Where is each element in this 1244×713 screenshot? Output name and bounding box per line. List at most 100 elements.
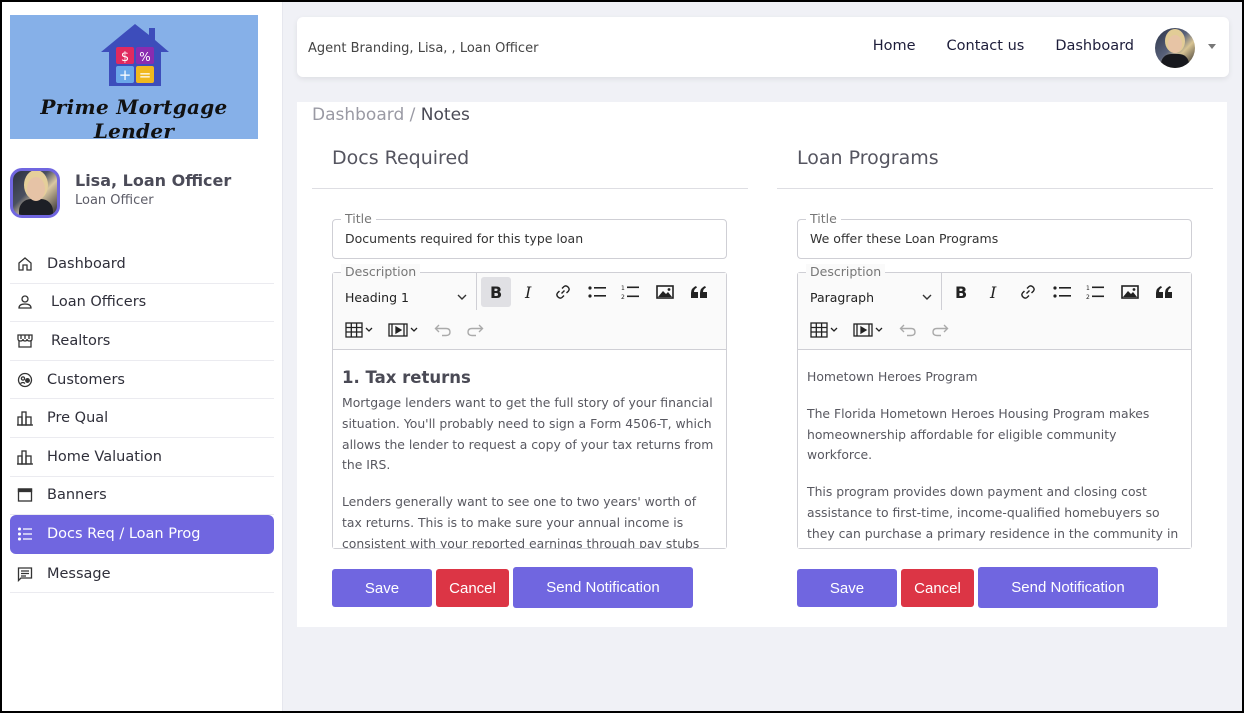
sidebar-item-label: Realtors <box>51 332 111 349</box>
insert-media-button[interactable] <box>850 315 888 345</box>
action-buttons: Save Cancel Send Notification <box>797 567 1158 608</box>
sidebar-item-pre-qual[interactable]: Pre Qual <box>10 399 274 438</box>
logo-symbol: + <box>119 66 132 84</box>
redo-icon <box>467 324 484 337</box>
customers-icon <box>15 370 35 390</box>
redo-button[interactable] <box>460 315 490 345</box>
image-icon <box>1121 285 1139 299</box>
title-field: Title <box>797 211 1192 259</box>
store-icon <box>15 331 35 351</box>
toolbar-separator <box>941 273 942 310</box>
top-navbar: Agent Branding, Lisa, , Loan Officer Hom… <box>297 17 1229 77</box>
sidebar-item-realtors[interactable]: Realtors <box>10 322 274 361</box>
media-icon <box>388 323 418 337</box>
content-paragraph: Lenders generally want to see one to two… <box>342 494 700 548</box>
user-avatar-button[interactable] <box>1155 28 1195 68</box>
link-button[interactable] <box>1013 277 1043 307</box>
sidebar-item-home-valuation[interactable]: Home Valuation <box>10 438 274 477</box>
sidebar-item-label: Customers <box>47 371 125 388</box>
title-input[interactable] <box>810 231 1180 246</box>
divider <box>312 188 748 189</box>
redo-button[interactable] <box>925 315 955 345</box>
message-icon <box>15 564 35 584</box>
bold-button[interactable]: B <box>481 277 511 307</box>
chevron-down-icon <box>457 294 467 300</box>
italic-button[interactable]: I <box>515 277 545 307</box>
format-select-value: Heading 1 <box>345 289 409 305</box>
sidebar-item-docs-req-loan-prog[interactable]: Docs Req / Loan Prog <box>10 515 274 554</box>
action-buttons: Save Cancel Send Notification <box>332 567 693 608</box>
house-calculator-icon: $ % + = <box>101 24 169 86</box>
bullet-list-button[interactable] <box>582 277 612 307</box>
caret-down-icon[interactable] <box>1208 44 1216 49</box>
sidebar-item-label: Loan Officers <box>51 294 147 311</box>
insert-table-button[interactable] <box>806 315 844 345</box>
brand-logo[interactable]: $ % + = Prime Mortgage Lender <box>10 15 258 143</box>
bold-button[interactable]: B <box>946 277 976 307</box>
bullet-list-button[interactable] <box>1047 277 1077 307</box>
link-button[interactable] <box>548 277 578 307</box>
top-nav: Home Contact us Dashboard <box>873 38 1134 54</box>
content-paragraph: The Florida Hometown Heroes Housing Prog… <box>807 405 1150 463</box>
loan-programs-section: Loan Programs Title Description Paragrap… <box>777 102 1213 627</box>
svg-text:B: B <box>490 284 502 300</box>
sidebar-item-banners[interactable]: Banners <box>10 477 274 516</box>
link-icon <box>556 285 570 299</box>
profile-name: Lisa, Loan Officer <box>75 171 232 190</box>
sidebar-item-dashboard[interactable]: Dashboard <box>10 245 274 284</box>
title-input[interactable] <box>345 231 715 246</box>
editor-toolbar: Description Heading 1 B I 12 <box>333 264 726 350</box>
sidebar-item-label: Banners <box>47 487 107 504</box>
nav-link-dashboard[interactable]: Dashboard <box>1055 38 1134 54</box>
image-button[interactable] <box>650 277 680 307</box>
blockquote-button[interactable] <box>684 277 714 307</box>
undo-button[interactable] <box>428 315 458 345</box>
sidebar-item-label: Dashboard <box>47 255 126 272</box>
image-button[interactable] <box>1115 277 1145 307</box>
italic-icon: I <box>524 284 532 300</box>
bar-chart-icon <box>15 447 35 467</box>
sidebar-item-message[interactable]: Message <box>10 555 274 594</box>
undo-icon <box>434 324 451 337</box>
send-notification-button[interactable]: Send Notification <box>513 567 693 608</box>
italic-button[interactable]: I <box>980 277 1010 307</box>
bold-icon: B <box>490 284 502 300</box>
save-button[interactable]: Save <box>797 569 897 607</box>
undo-button[interactable] <box>893 315 923 345</box>
numbered-list-button[interactable]: 12 <box>615 277 645 307</box>
svg-text:B: B <box>955 284 967 300</box>
sidebar-item-loan-officers[interactable]: Loan Officers <box>10 284 274 323</box>
app-window: $ % + = Prime Mortgage Lender Lisa, Loan… <box>2 2 1242 711</box>
sidebar-nav: Dashboard Loan Officers Realtors Custome… <box>10 245 274 594</box>
insert-media-button[interactable] <box>385 315 423 345</box>
send-notification-button[interactable]: Send Notification <box>978 567 1158 608</box>
sidebar-item-customers[interactable]: Customers <box>10 361 274 400</box>
editor-content[interactable]: 1. Tax returns Mortgage lenders want to … <box>333 351 726 548</box>
editor-toolbar: Description Paragraph B I 12 <box>798 264 1191 350</box>
format-select-value: Paragraph <box>810 289 875 305</box>
cancel-button[interactable]: Cancel <box>436 569 509 607</box>
insert-table-button[interactable] <box>341 315 379 345</box>
content-paragraph: Mortgage lenders want to get the full st… <box>342 395 714 473</box>
table-icon <box>345 322 373 338</box>
save-button[interactable]: Save <box>332 569 432 607</box>
nav-link-contact-us[interactable]: Contact us <box>947 38 1025 54</box>
numbered-list-button[interactable]: 12 <box>1080 277 1110 307</box>
svg-text:1: 1 <box>1086 285 1090 292</box>
sidebar-item-label: Docs Req / Loan Prog <box>47 526 201 543</box>
nav-link-home[interactable]: Home <box>873 38 916 54</box>
logo-symbol: = <box>139 66 152 84</box>
format-select[interactable]: Heading 1 <box>345 285 467 309</box>
blockquote-button[interactable] <box>1149 277 1179 307</box>
format-select[interactable]: Paragraph <box>810 285 932 309</box>
content-heading: 1. Tax returns <box>342 368 471 387</box>
quote-icon <box>1156 286 1172 298</box>
title-field: Title <box>332 211 727 259</box>
editor-content[interactable]: Hometown Heroes Program The Florida Home… <box>798 351 1191 548</box>
user-icon <box>15 292 35 312</box>
media-icon <box>853 323 883 337</box>
toolbar-separator <box>476 273 477 310</box>
notes-panel: Dashboard / Notes Docs Required Title De… <box>297 102 1227 627</box>
cancel-button[interactable]: Cancel <box>901 569 974 607</box>
divider <box>777 188 1213 189</box>
